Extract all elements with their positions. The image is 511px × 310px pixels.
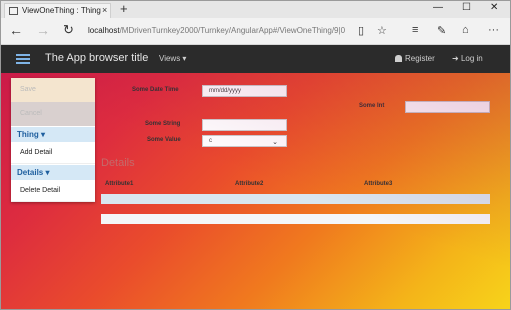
login-label: Log in [460, 54, 483, 63]
column-header-attribute1[interactable]: Attribute1 [105, 181, 133, 187]
maximize-icon[interactable]: ☐ [462, 2, 471, 13]
address-bar: ← → ↻ localhost/MDrivenTurnkey2000/Turnk… [1, 18, 510, 45]
close-tab-button[interactable]: × [102, 5, 107, 15]
caret-down-icon: ▾ [38, 130, 46, 139]
chevron-down-icon: ⌄ [272, 139, 278, 146]
url-host: localhost [88, 26, 120, 35]
url-path: /MDrivenTurnkey2000/Turnkey/AngularApp#/… [119, 26, 346, 35]
share-icon[interactable]: ⌂ [462, 24, 469, 36]
minimize-icon[interactable]: — [433, 2, 443, 13]
more-icon[interactable]: ··· [488, 24, 499, 36]
reading-view-icon[interactable]: ▯ [358, 24, 364, 37]
refresh-icon[interactable]: ↻ [63, 22, 74, 38]
caret-down-icon: ▾ [43, 168, 50, 177]
register-link[interactable]: Register [395, 54, 435, 63]
some-int-label: Some Int [359, 103, 385, 109]
web-note-icon[interactable]: ✎ [437, 24, 446, 37]
some-string-label: Some String [145, 121, 181, 127]
tab-title: ViewOneThing : Thing [22, 6, 101, 15]
some-value-selected: c [209, 138, 212, 144]
browser-window: ViewOneThing : Thing × + — ☐ ✕ ← → ↻ loc… [0, 0, 511, 310]
some-int-input[interactable] [405, 101, 490, 113]
thing-header-label: Thing [17, 130, 39, 139]
page-content: The App browser title Views ▾ Register ➜… [1, 45, 510, 309]
some-value-label: Some Value [147, 137, 181, 143]
thing-menu-header[interactable]: Thing ▾ [11, 126, 95, 142]
details-menu-header[interactable]: Details ▾ [11, 164, 95, 180]
details-header-label: Details [17, 168, 44, 177]
app-navbar: The App browser title Views ▾ Register ➜… [1, 45, 510, 73]
user-icon [395, 55, 402, 62]
forward-icon[interactable]: → [36, 22, 50, 38]
app-title[interactable]: The App browser title [45, 52, 148, 64]
back-icon[interactable]: ← [9, 22, 23, 38]
new-tab-button[interactable]: + [120, 1, 128, 16]
login-link[interactable]: ➜ Log in [452, 54, 483, 63]
tab-strip: ViewOneThing : Thing × + — ☐ ✕ [1, 1, 510, 18]
some-date-time-label: Some Date Time [132, 87, 179, 93]
favorite-star-icon[interactable]: ☆ [377, 24, 387, 37]
login-icon: ➜ [452, 54, 459, 63]
action-sidebar: Save Cancel Thing ▾ Add Detail Details ▾… [11, 78, 95, 202]
save-button[interactable]: Save [11, 78, 95, 102]
delete-detail-button[interactable]: Delete Detail [11, 180, 95, 202]
views-menu[interactable]: Views ▾ [159, 54, 186, 63]
table-row[interactable] [101, 214, 490, 224]
browser-tab[interactable]: ViewOneThing : Thing × [4, 3, 111, 18]
caret-down-icon: ▾ [180, 54, 187, 63]
column-header-attribute3[interactable]: Attribute3 [364, 181, 392, 187]
hub-icon[interactable]: ≡ [412, 24, 418, 36]
column-header-attribute2[interactable]: Attribute2 [235, 181, 263, 187]
add-detail-button[interactable]: Add Detail [11, 142, 95, 164]
table-row[interactable] [101, 194, 490, 204]
some-value-select[interactable]: c ⌄ [202, 135, 287, 147]
url-field[interactable]: localhost/MDrivenTurnkey2000/Turnkey/Ang… [88, 26, 345, 35]
page-icon [9, 7, 18, 15]
register-label: Register [405, 54, 435, 63]
cancel-button[interactable]: Cancel [11, 102, 95, 126]
some-string-input[interactable] [202, 119, 287, 131]
menu-icon[interactable] [16, 54, 30, 64]
some-date-time-input[interactable]: mm/dd/yyyy [202, 85, 287, 97]
views-label: Views [159, 54, 181, 63]
close-window-icon[interactable]: ✕ [490, 2, 498, 13]
details-section-title: Details [101, 157, 135, 169]
